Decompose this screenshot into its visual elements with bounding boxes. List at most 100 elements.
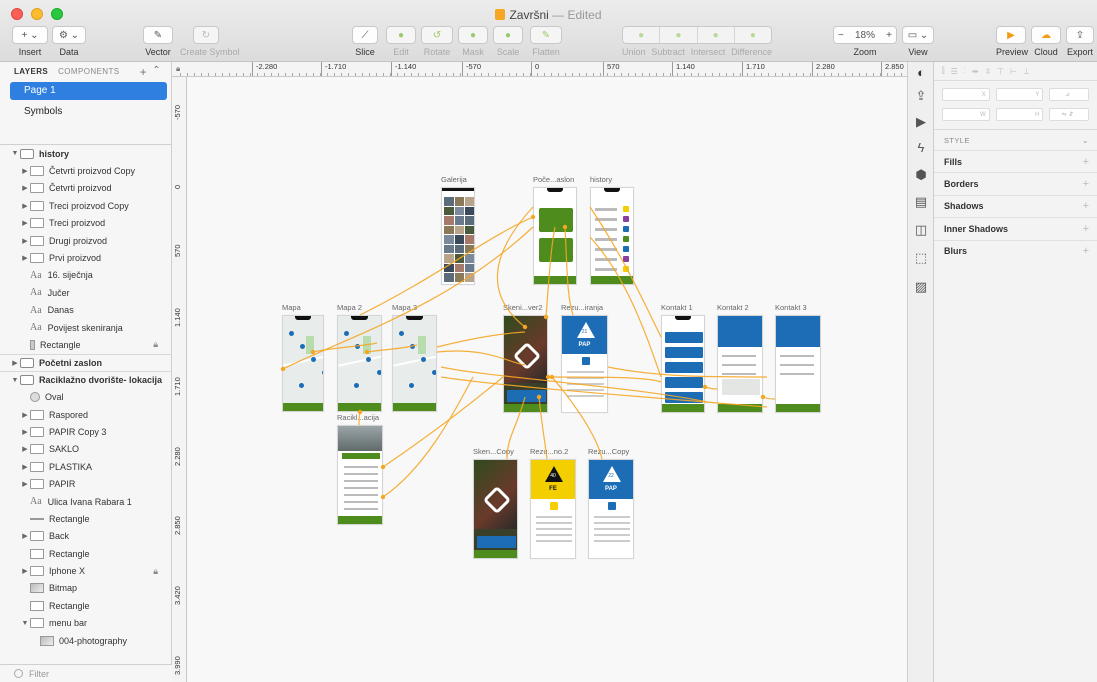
zoom-in-icon[interactable]: + (886, 30, 892, 41)
add-style-icon[interactable]: + (1083, 200, 1089, 212)
height-field[interactable]: H (995, 108, 1044, 121)
slice-tool[interactable]: ⟋ Slice (352, 26, 378, 57)
layer-row[interactable]: ▶ PAPIR (0, 475, 172, 492)
layer-row[interactable]: Aa 16. siječnja (0, 267, 172, 284)
add-page-icon[interactable]: + (140, 65, 147, 79)
flow-arrow[interactable] (589, 206, 662, 338)
disclosure-open-icon[interactable]: ▼ (10, 150, 20, 157)
insert-tool[interactable]: + ⌄ Insert (12, 26, 48, 57)
export-tool[interactable]: ⇪ Export (1066, 26, 1094, 57)
scale-tool[interactable]: ● Scale (493, 26, 523, 57)
hotspot-dot[interactable] (562, 224, 568, 230)
disclosure-closed-icon[interactable]: ▶ (20, 219, 30, 227)
disclosure-open-icon[interactable]: ▼ (20, 620, 30, 627)
preview-button[interactable]: ▶ (996, 26, 1026, 44)
layer-row[interactable]: ▶ Drugi proizvod (0, 232, 172, 249)
width-field[interactable]: W (942, 108, 990, 121)
disclosure-closed-icon[interactable]: ▶ (20, 428, 30, 436)
resize-icon[interactable]: ◫ (913, 222, 929, 238)
distribute-h-icon[interactable]: ⇹ (972, 67, 979, 76)
x-field[interactable]: X (942, 88, 990, 101)
slice-button[interactable]: ⟋ (352, 26, 378, 44)
hotspot-dot[interactable] (357, 409, 363, 415)
cloud-tool[interactable]: ☁ Cloud (1031, 26, 1061, 57)
layer-row[interactable]: ▶ SAKLO (0, 441, 172, 458)
layer-row[interactable]: ▶ Četvrti proizvod Copy (0, 162, 172, 179)
create-symbol-button[interactable]: ↻ (193, 26, 219, 44)
layer-row[interactable]: Aa Jučer (0, 284, 172, 301)
inspector-design-icon[interactable]: ◐ (913, 65, 929, 81)
layer-row[interactable]: ▶ Prvi proizvod (0, 249, 172, 266)
layer-group-row[interactable]: ▼ Raciklažno dvorište- lokacija (0, 371, 172, 388)
hotspot-dot[interactable] (522, 324, 528, 330)
flow-arrow[interactable] (440, 366, 708, 403)
disclosure-open-icon[interactable]: ▼ (10, 377, 20, 384)
align-top-icon[interactable]: ⊤ (997, 67, 1004, 76)
disclosure-closed-icon[interactable]: ▶ (20, 254, 30, 262)
subtract-icon[interactable]: ● (660, 27, 698, 43)
hotspot-dot[interactable] (280, 366, 286, 372)
flow-arrow[interactable] (366, 344, 418, 353)
flatten-tool[interactable]: ✎ Flatten (530, 26, 562, 57)
flow-arrow[interactable] (589, 236, 662, 378)
add-style-icon[interactable]: + (1083, 178, 1089, 190)
layer-row[interactable]: Aa Ulica Ivana Rabara 1 (0, 493, 172, 510)
prototype-play-icon[interactable]: ▶ (913, 114, 929, 130)
flow-arrow[interactable] (382, 376, 474, 498)
layer-row[interactable]: ▼ menu bar (0, 615, 172, 632)
component-hexagon-icon[interactable]: ⬢ (913, 167, 929, 183)
layer-group-row[interactable]: ▼ history (0, 145, 172, 162)
flow-arrow[interactable] (547, 376, 662, 383)
page-item-page-1[interactable]: Page 1 (10, 82, 167, 100)
data-tool[interactable]: ⚙ ⌄ Data (52, 26, 86, 57)
hotspot-dot[interactable] (549, 374, 555, 380)
flash-icon[interactable]: ϟ (913, 140, 929, 156)
style-section-blurs[interactable]: Blurs + (934, 239, 1097, 262)
layer-row[interactable]: Rectangle (0, 510, 172, 527)
vector-button[interactable]: ✎ (143, 26, 173, 44)
layer-row[interactable]: Oval (0, 388, 172, 405)
layer-row[interactable]: ▶ Back (0, 528, 172, 545)
union-icon[interactable]: ● (623, 27, 661, 43)
zoom-out-icon[interactable]: − (838, 30, 844, 41)
collapse-pages-icon[interactable]: ⌃ (152, 65, 161, 76)
hotspot-dot[interactable] (702, 384, 708, 390)
disclosure-closed-icon[interactable]: ▶ (20, 167, 30, 175)
disclosure-closed-icon[interactable]: ▶ (20, 445, 30, 453)
cloud-button[interactable]: ☁ (1031, 26, 1061, 44)
flow-arrow[interactable] (436, 331, 526, 348)
align-middle-icon[interactable]: ⊢ (1010, 67, 1017, 76)
hotspot-dot[interactable] (536, 394, 542, 400)
tab-components[interactable]: COMPONENTS (58, 67, 119, 76)
disclosure-closed-icon[interactable]: ▶ (20, 463, 30, 471)
hotspot-dot[interactable] (760, 394, 766, 400)
align-left-icon[interactable]: ⫿ (942, 66, 945, 76)
layer-row[interactable]: ▶ Treci proizvod (0, 215, 172, 232)
lock-icon[interactable]: 🔒︎ (153, 339, 158, 350)
layer-row[interactable]: Aa Povijest skeniranja (0, 319, 172, 336)
disclosure-closed-icon[interactable]: ▶ (20, 411, 30, 419)
horizontal-ruler[interactable]: 🔒︎ -2.280 -1.710 -1.140 -570 0 570 1.140 1.710 2… (172, 62, 907, 77)
style-header[interactable]: STYLE ⌄ (934, 130, 1097, 150)
layout-icon[interactable]: ▤ (913, 194, 929, 210)
edit-tool[interactable]: ● Edit (386, 26, 416, 57)
flow-arrow[interactable] (436, 350, 526, 366)
layer-row[interactable]: Rectangle (0, 545, 172, 562)
crop-icon[interactable]: ⬚ (913, 250, 929, 266)
scale-button[interactable]: ● (493, 26, 523, 44)
style-section-fills[interactable]: Fills + (934, 150, 1097, 172)
flow-arrow[interactable] (564, 226, 574, 316)
style-section-borders[interactable]: Borders + (934, 172, 1097, 194)
lock-icon[interactable]: 🔒︎ (153, 566, 158, 577)
preview-tool[interactable]: ▶ Preview (996, 26, 1028, 57)
add-style-icon[interactable]: + (1083, 223, 1089, 235)
hotspot-dot[interactable] (380, 464, 386, 470)
disclosure-closed-icon[interactable]: ▶ (20, 202, 30, 210)
disclosure-closed-icon[interactable]: ▶ (20, 480, 30, 488)
layer-row[interactable]: 004-photography (0, 632, 172, 649)
flow-arrow[interactable] (607, 366, 768, 378)
style-section-inner-shadows[interactable]: Inner Shadows + (934, 217, 1097, 239)
hotspot-dot[interactable] (530, 214, 536, 220)
layer-group-row[interactable]: ▶ Početni zaslon (0, 353, 172, 371)
difference-icon[interactable]: ● (735, 27, 771, 43)
